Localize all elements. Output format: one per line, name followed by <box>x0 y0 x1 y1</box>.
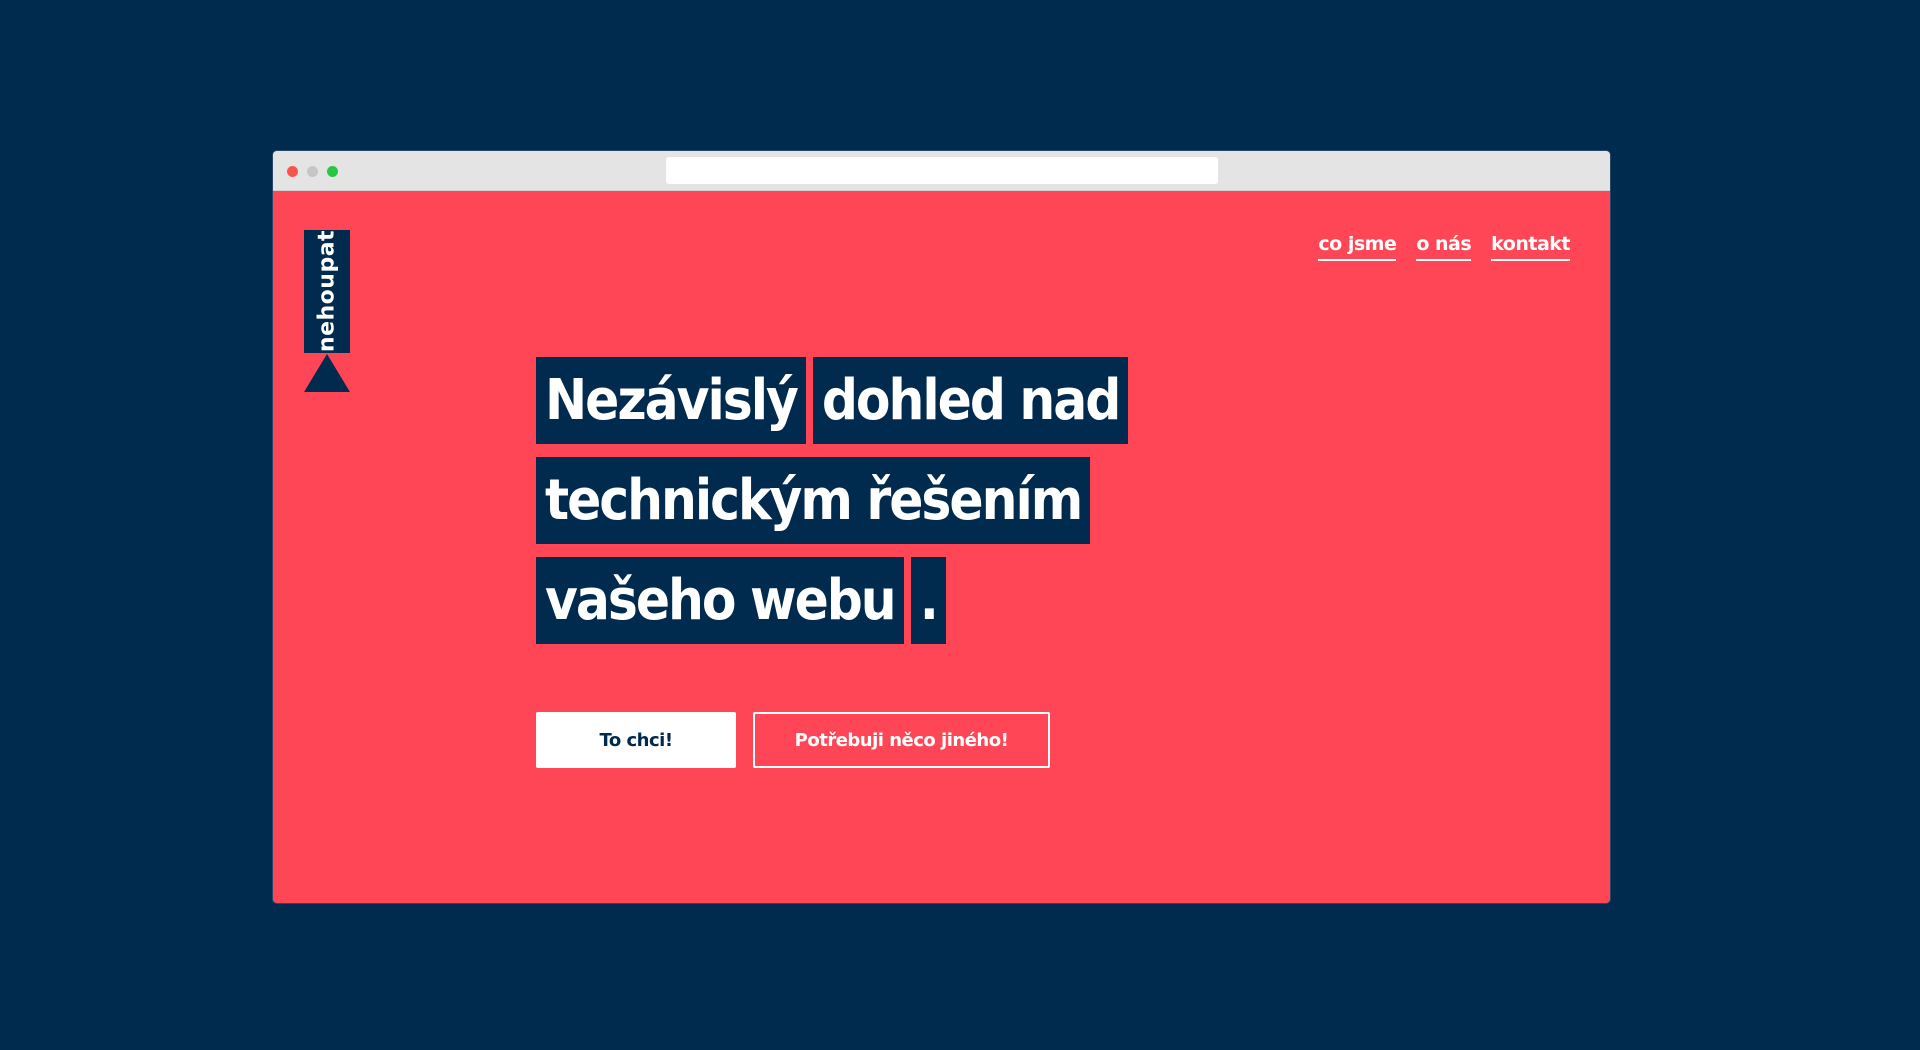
browser-titlebar <box>273 151 1610 191</box>
headline-line-2: technickým řešením <box>536 457 1128 544</box>
nav-item-o-nas[interactable]: o nás <box>1416 233 1472 261</box>
headline-period: . <box>910 557 946 644</box>
to-chci-button[interactable]: To chci! <box>536 712 736 768</box>
headline-word: vašeho webu <box>536 557 904 644</box>
browser-window: nehoupat co jsme o nás kontakt Nezávislý… <box>273 151 1610 903</box>
maximize-window-icon[interactable] <box>327 166 338 177</box>
nav-item-kontakt[interactable]: kontakt <box>1491 233 1570 261</box>
headline-word: Nezávislý <box>536 357 806 444</box>
logo-bar: nehoupat <box>304 230 350 353</box>
main-nav: co jsme o nás kontakt <box>1318 233 1570 261</box>
hero-headline: Nezávislý dohled nad technickým řešením … <box>536 357 1129 657</box>
page-content: nehoupat co jsme o nás kontakt Nezávislý… <box>273 191 1610 903</box>
headline-line-3: vašeho webu . <box>536 557 1128 644</box>
cta-buttons: To chci! Potřebuji něco jiného! <box>536 712 1050 768</box>
headline-word: dohled nad <box>812 357 1129 444</box>
headline-word: technickým řešením <box>536 457 1091 544</box>
address-bar[interactable] <box>666 157 1218 184</box>
minimize-window-icon[interactable] <box>307 166 318 177</box>
nav-item-co-jsme[interactable]: co jsme <box>1318 233 1397 261</box>
need-something-else-button[interactable]: Potřebuji něco jiného! <box>753 712 1050 768</box>
logo[interactable]: nehoupat <box>304 230 350 392</box>
close-window-icon[interactable] <box>287 166 298 177</box>
logo-triangle-icon <box>304 354 350 392</box>
logo-text: nehoupat <box>314 229 340 353</box>
headline-line-1: Nezávislý dohled nad <box>536 357 1129 444</box>
